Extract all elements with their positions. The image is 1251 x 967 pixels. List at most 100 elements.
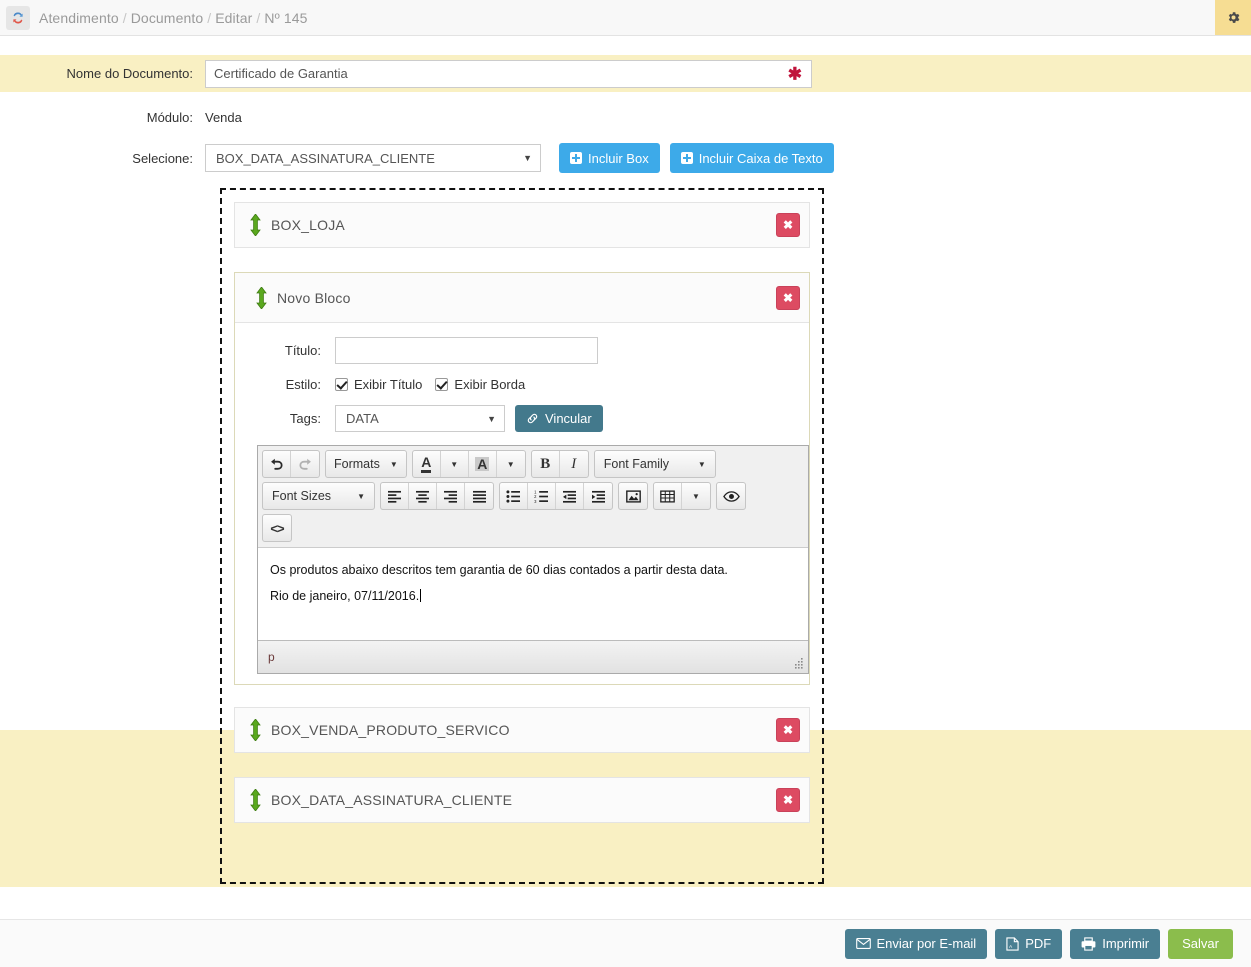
bold-button[interactable]: B	[532, 451, 560, 477]
source-code-button[interactable]: <>	[263, 515, 291, 541]
outdent-icon[interactable]	[556, 483, 584, 509]
vincular-button[interactable]: Vincular	[515, 405, 603, 432]
list-indent-group: 123	[499, 482, 613, 510]
source-code-glyph: <>	[270, 520, 284, 536]
italic-glyph: I	[571, 455, 577, 472]
enviar-email-button[interactable]: Enviar por E-mail	[844, 928, 988, 959]
box-item-box-venda-produto-servico[interactable]: BOX_VENDA_PRODUTO_SERVICO ✖	[234, 707, 810, 753]
tags-dropdown[interactable]: DATA ▼	[335, 405, 505, 432]
rich-text-editor: Formats ▼ A ▼ A ▼ B I Font Family ▼ Font…	[257, 445, 809, 674]
chevron-down-icon: ▼	[523, 153, 532, 163]
novo-bloco-panel: Novo Bloco ✖ Título: Estilo: Exibir Títu…	[234, 272, 810, 685]
nome-documento-input[interactable]	[205, 59, 812, 88]
editor-toolbar-row-3: <>	[260, 512, 806, 544]
breadcrumb-item-editar[interactable]: Editar	[215, 10, 252, 26]
formats-label: Formats	[334, 457, 380, 471]
align-center-icon[interactable]	[409, 483, 437, 509]
checkbox-exibir-borda[interactable]: Exibir Borda	[435, 377, 525, 392]
modulo-value: Venda	[205, 109, 242, 125]
undo-icon[interactable]	[263, 451, 291, 477]
table-icon[interactable]	[654, 483, 682, 509]
tags-selected-value: DATA	[346, 411, 379, 426]
background-color-dropdown[interactable]: ▼	[497, 451, 525, 477]
chevron-down-icon: ▼	[506, 459, 515, 469]
label-selecione: Selecione:	[132, 150, 193, 166]
move-updown-icon[interactable]	[249, 213, 262, 237]
checkbox-exibir-titulo-box[interactable]	[335, 378, 348, 391]
editor-toolbar-row-1: Formats ▼ A ▼ A ▼ B I Font Family ▼	[260, 448, 806, 480]
italic-button[interactable]: I	[560, 451, 588, 477]
breadcrumb-item-documento[interactable]: Documento	[131, 10, 204, 26]
form-row-modulo: Módulo: Venda	[0, 102, 1251, 132]
move-updown-icon[interactable]	[249, 788, 262, 812]
delete-box-button[interactable]: ✖	[776, 788, 800, 812]
imprimir-button[interactable]: Imprimir	[1070, 928, 1161, 959]
forecolor-glyph: A	[421, 455, 432, 473]
redo-icon[interactable]	[291, 451, 319, 477]
text-color-dropdown[interactable]: ▼	[441, 451, 469, 477]
delete-bloco-button[interactable]: ✖	[776, 285, 800, 310]
move-updown-icon[interactable]	[249, 718, 262, 742]
label-estilo: Estilo:	[285, 377, 321, 392]
editor-content-area[interactable]: Os produtos abaixo descritos tem garanti…	[258, 548, 808, 640]
delete-box-button[interactable]: ✖	[776, 213, 800, 237]
formats-menu-button[interactable]: Formats ▼	[326, 451, 406, 477]
move-updown-icon[interactable]	[255, 285, 268, 310]
breadcrumb-item-numero: Nº 145	[264, 9, 308, 26]
form-row-nome-documento: Nome do Documento: ✱	[0, 55, 1251, 92]
gear-icon[interactable]	[1215, 0, 1251, 35]
chevron-down-icon: ▼	[697, 459, 706, 469]
box-label: BOX_VENDA_PRODUTO_SERVICO	[271, 722, 510, 738]
refresh-icon[interactable]	[6, 5, 30, 30]
document-form: Nome do Documento: ✱ Módulo: Venda Selec…	[0, 55, 1251, 174]
font-sizes-label: Font Sizes	[272, 489, 332, 503]
printer-icon	[1081, 936, 1096, 951]
footer-action-bar: Enviar por E-mail A PDF Imprimir Salvar	[0, 919, 1251, 967]
indent-icon[interactable]	[584, 483, 612, 509]
novo-bloco-header[interactable]: Novo Bloco ✖	[235, 273, 809, 323]
box-item-box-data-assinatura-cliente[interactable]: BOX_DATA_ASSINATURA_CLIENTE ✖	[234, 777, 810, 823]
background-color-button[interactable]: A	[469, 451, 497, 477]
align-left-icon[interactable]	[381, 483, 409, 509]
eye-icon[interactable]	[717, 483, 745, 509]
font-family-dropdown[interactable]: Font Family ▼	[595, 451, 715, 477]
table-dropdown[interactable]: ▼	[682, 483, 710, 509]
color-group: A ▼ A ▼	[411, 450, 526, 478]
svg-text:A: A	[1009, 944, 1013, 950]
undo-redo-group	[262, 450, 320, 478]
vincular-label: Vincular	[545, 411, 592, 426]
label-modulo: Módulo:	[146, 109, 193, 125]
incluir-box-button[interactable]: Incluir Box	[559, 143, 660, 173]
enviar-email-label: Enviar por E-mail	[876, 936, 977, 951]
text-cursor	[420, 589, 422, 603]
checkbox-exibir-borda-box[interactable]	[435, 378, 449, 391]
breadcrumb-item-atendimento[interactable]: Atendimento	[39, 10, 119, 26]
font-sizes-dropdown[interactable]: Font Sizes ▼	[263, 483, 374, 509]
salvar-button[interactable]: Salvar	[1168, 928, 1233, 959]
selecione-box-dropdown[interactable]: BOX_DATA_ASSINATURA_CLIENTE ▼	[205, 144, 541, 172]
titulo-input[interactable]	[335, 337, 598, 364]
numbered-list-icon[interactable]: 123	[528, 483, 556, 509]
image-icon[interactable]	[619, 483, 647, 509]
imprimir-label: Imprimir	[1102, 936, 1150, 951]
selecione-selected-value: BOX_DATA_ASSINATURA_CLIENTE	[216, 150, 435, 166]
link-chain-icon	[526, 412, 539, 425]
checkbox-exibir-titulo[interactable]: Exibir Título	[335, 377, 422, 392]
checkbox-exibir-borda-label: Exibir Borda	[454, 377, 526, 392]
pdf-button[interactable]: A PDF	[995, 928, 1063, 959]
bullet-list-icon[interactable]	[500, 483, 528, 509]
font-family-label: Font Family	[603, 457, 670, 471]
incluir-caixa-texto-button[interactable]: Incluir Caixa de Texto	[669, 143, 834, 173]
plus-icon	[570, 152, 582, 164]
backcolor-glyph: A	[475, 455, 490, 472]
align-right-icon[interactable]	[437, 483, 465, 509]
breadcrumb-separator: /	[256, 9, 261, 26]
align-justify-icon[interactable]	[465, 483, 493, 509]
bold-italic-group: B I	[530, 450, 589, 478]
sourcecode-group: <>	[262, 514, 292, 542]
editor-toolbar-row-2: Font Sizes ▼ 1 2 3 ▼	[260, 480, 806, 512]
resize-handle-icon[interactable]	[793, 658, 804, 669]
delete-box-button[interactable]: ✖	[776, 718, 800, 742]
text-color-button[interactable]: A	[413, 451, 441, 477]
box-item-box-loja[interactable]: BOX_LOJA ✖	[234, 202, 810, 248]
